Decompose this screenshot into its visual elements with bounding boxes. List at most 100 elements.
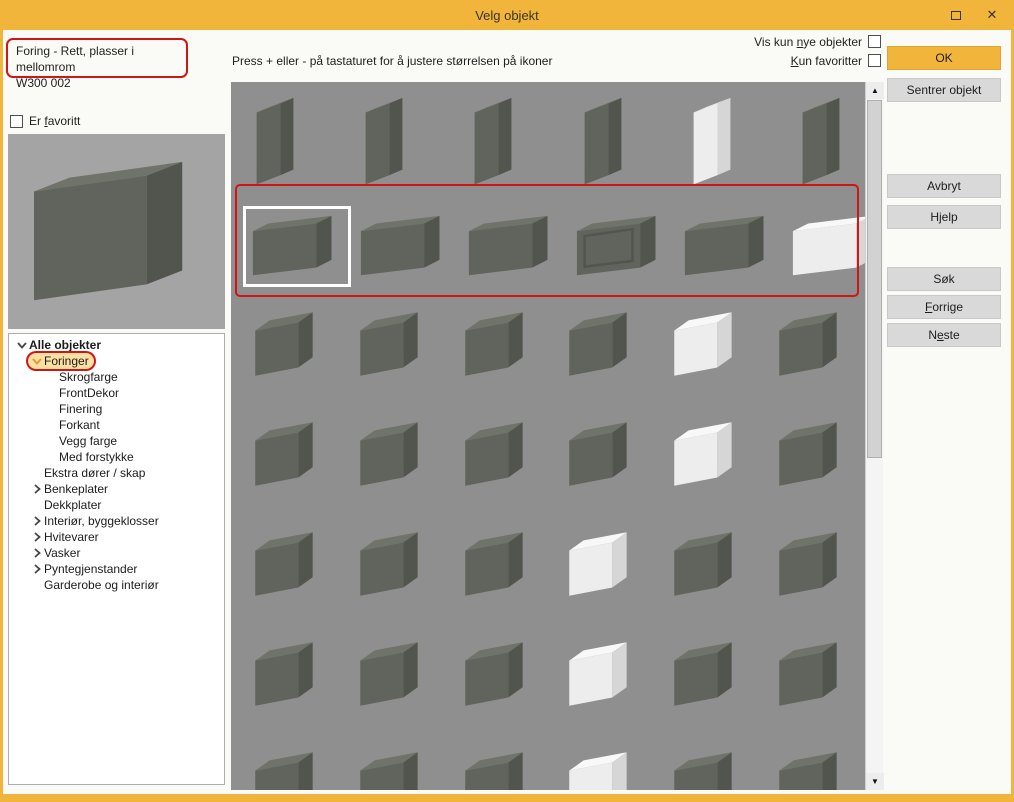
- titlebar[interactable]: Velg objekt ✕: [0, 0, 1014, 30]
- object-thumbnail-cube[interactable]: [557, 738, 643, 790]
- filter-checkbox-kun-favoritter[interactable]: Kun favoritter: [661, 51, 881, 70]
- object-3d-icon: [358, 96, 410, 188]
- object-thumbnail-cube[interactable]: [348, 628, 434, 722]
- object-thumbnail-cube[interactable]: [767, 298, 853, 392]
- chevron-right-icon[interactable]: [29, 483, 44, 495]
- object-thumbnail-cube[interactable]: [662, 298, 748, 392]
- tree-item-foringer[interactable]: Foringer: [9, 353, 224, 369]
- object-thumbnail-cube[interactable]: [557, 298, 643, 392]
- tree-item-dekkplater[interactable]: Dekkplater: [9, 497, 224, 513]
- object-thumbnail-cube[interactable]: [453, 738, 539, 790]
- object-thumbnail-cube[interactable]: [662, 408, 748, 502]
- tree-item-label: Pyntegjenstander: [44, 562, 137, 577]
- object-thumbnail-cube[interactable]: [243, 518, 329, 612]
- object-thumbnail-cube[interactable]: [243, 628, 329, 722]
- button-hjelp[interactable]: Hjelp: [887, 205, 1001, 229]
- object-thumbnail-cube[interactable]: [767, 738, 853, 790]
- object-thumbnail-cube[interactable]: [348, 408, 434, 502]
- object-3d-icon: [773, 304, 847, 386]
- tree-item-ekstra-dører-skap[interactable]: Ekstra dører / skap: [9, 465, 224, 481]
- grid-row-2: [231, 298, 865, 392]
- object-3d-icon: [773, 414, 847, 496]
- scrollbar[interactable]: ▲ ▼: [865, 82, 883, 790]
- tree-item-garderobe-og-interiør[interactable]: Garderobe og interiør: [9, 577, 224, 593]
- grid-row-6: [231, 738, 865, 790]
- object-thumbnail-cube[interactable]: [453, 628, 539, 722]
- button-ok[interactable]: OK: [887, 46, 1001, 70]
- chevron-right-icon[interactable]: [29, 563, 44, 575]
- object-thumbnail-cube[interactable]: [243, 408, 329, 502]
- object-3d-icon: [563, 304, 637, 386]
- object-thumbnail-cube[interactable]: [453, 408, 539, 502]
- object-thumbnail-tall[interactable]: [243, 90, 307, 194]
- object-thumbnail-wide[interactable]: [459, 206, 567, 287]
- tree-item-frontdekor[interactable]: FrontDekor: [9, 385, 224, 401]
- object-3d-icon: [18, 148, 216, 316]
- tree-item-alle-objekter[interactable]: Alle objekter: [9, 337, 224, 353]
- chevron-down-icon[interactable]: [29, 355, 44, 367]
- chevron-down-icon[interactable]: [14, 339, 29, 351]
- checkbox-unchecked-icon[interactable]: [10, 115, 23, 128]
- chevron-right-icon[interactable]: [29, 515, 44, 527]
- object-thumbnail-cube[interactable]: [662, 518, 748, 612]
- favorite-checkbox[interactable]: Er favoritt: [10, 114, 80, 128]
- checkbox-unchecked-icon[interactable]: [868, 54, 881, 67]
- object-thumbnail-cube[interactable]: [348, 518, 434, 612]
- object-3d-icon: [563, 744, 637, 790]
- tree-indent-spacer: [44, 451, 59, 463]
- object-thumbnail-cube[interactable]: [453, 518, 539, 612]
- button-søk[interactable]: Søk: [887, 267, 1001, 291]
- action-buttons: OK Sentrer objekt Avbryt Hjelp Søk Forrige Nes…: [887, 30, 1001, 794]
- tree-item-label: Alle objekter: [29, 338, 101, 353]
- tree-item-forkant[interactable]: Forkant: [9, 417, 224, 433]
- object-thumbnail-wide[interactable]: [675, 206, 783, 287]
- object-thumbnail-wide[interactable]: [351, 206, 459, 287]
- button-sentrer-objekt[interactable]: Sentrer objekt: [887, 78, 1001, 102]
- object-thumbnail-cube[interactable]: [557, 408, 643, 502]
- button-avbryt[interactable]: Avbryt: [887, 174, 1001, 198]
- tree-item-interiør-byggeklosser[interactable]: Interiør, byggeklosser: [9, 513, 224, 529]
- object-thumbnail-tall[interactable]: [571, 90, 635, 194]
- button-forrige[interactable]: Forrige: [887, 295, 1001, 319]
- scrollbar-thumb[interactable]: [867, 100, 882, 458]
- tree-item-skrogfarge[interactable]: Skrogfarge: [9, 369, 224, 385]
- object-thumbnail-cube[interactable]: [243, 298, 329, 392]
- restore-button[interactable]: [940, 0, 972, 30]
- object-thumbnail-tall[interactable]: [461, 90, 525, 194]
- object-thumbnail-cube[interactable]: [557, 518, 643, 612]
- object-thumbnail-cube[interactable]: [243, 738, 329, 790]
- tree-item-finering[interactable]: Finering: [9, 401, 224, 417]
- object-thumbnail-cube[interactable]: [348, 298, 434, 392]
- object-thumbnail-cube[interactable]: [348, 738, 434, 790]
- object-thumbnail-wide[interactable]: [243, 206, 351, 287]
- scroll-up-button[interactable]: ▲: [866, 82, 884, 99]
- chevron-right-icon[interactable]: [29, 531, 44, 543]
- tree-item-med-forstykke[interactable]: Med forstykke: [9, 449, 224, 465]
- object-thumbnail-wide[interactable]: [783, 206, 865, 287]
- object-3d-icon: [459, 304, 533, 386]
- object-thumbnail-cube[interactable]: [767, 408, 853, 502]
- object-thumbnail-tall[interactable]: [680, 90, 744, 194]
- object-thumbnail-cube[interactable]: [557, 628, 643, 722]
- object-thumbnail-cube[interactable]: [453, 298, 539, 392]
- scroll-down-button[interactable]: ▼: [866, 773, 884, 790]
- object-thumbnail-cube[interactable]: [662, 628, 748, 722]
- tree-item-vasker[interactable]: Vasker: [9, 545, 224, 561]
- tree-indent-spacer: [44, 371, 59, 383]
- close-button[interactable]: ✕: [976, 0, 1008, 30]
- object-thumbnail-cube[interactable]: [662, 738, 748, 790]
- object-thumbnail-cube[interactable]: [767, 518, 853, 612]
- filter-checkbox-vis-kun-nye-objekter[interactable]: Vis kun nye objekter: [661, 32, 881, 51]
- checkbox-unchecked-icon[interactable]: [868, 35, 881, 48]
- chevron-right-icon[interactable]: [29, 547, 44, 559]
- object-thumbnail-cube[interactable]: [767, 628, 853, 722]
- tree-item-vegg-farge[interactable]: Vegg farge: [9, 433, 224, 449]
- tree-item-pyntegjenstander[interactable]: Pyntegjenstander: [9, 561, 224, 577]
- tree-item-benkeplater[interactable]: Benkeplater: [9, 481, 224, 497]
- grid-row-0: [231, 90, 865, 194]
- object-thumbnail-tall[interactable]: [352, 90, 416, 194]
- tree-item-hvitevarer[interactable]: Hvitevarer: [9, 529, 224, 545]
- object-thumbnail-wide[interactable]: [567, 206, 675, 287]
- object-thumbnail-tall[interactable]: [789, 90, 853, 194]
- button-neste[interactable]: Neste: [887, 323, 1001, 347]
